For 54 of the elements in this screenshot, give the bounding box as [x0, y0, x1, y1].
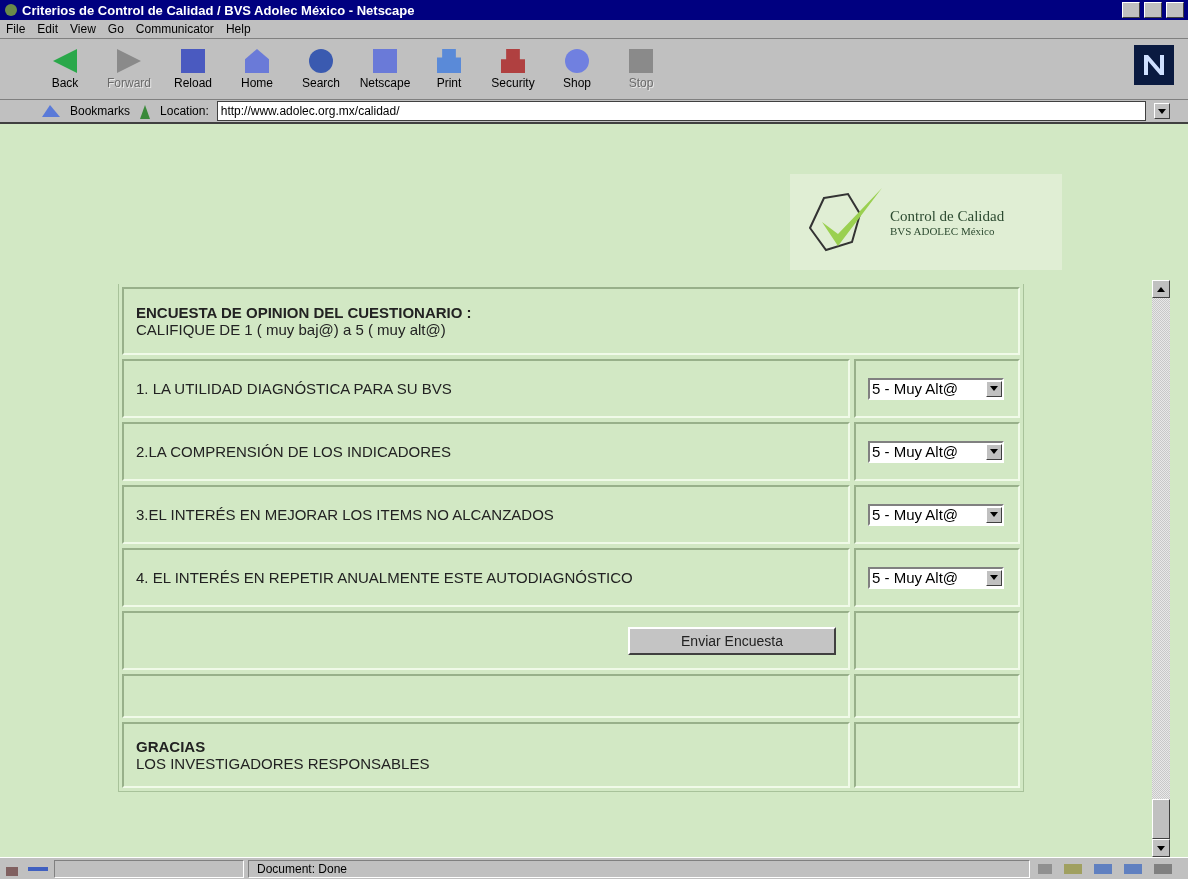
- submit-button[interactable]: Enviar Encuesta: [628, 626, 836, 655]
- rating-select[interactable]: 5 - Muy Alt@: [868, 566, 1004, 589]
- scroll-up-button[interactable]: [1152, 280, 1170, 298]
- back-icon: [53, 48, 77, 73]
- close-button[interactable]: [1166, 2, 1184, 18]
- home-icon: [245, 48, 269, 73]
- down-arrow-icon: [1158, 108, 1166, 114]
- toolbar-button[interactable]: Netscape: [360, 48, 410, 90]
- menu-item[interactable]: Communicator: [135, 22, 214, 36]
- menu-item[interactable]: Go: [107, 22, 124, 36]
- window-title: Criterios de Control de Calidad / BVS Adolec México - Netscape: [22, 2, 416, 18]
- n-logo: [1134, 45, 1174, 85]
- toolbar-button[interactable]: Print: [424, 48, 474, 90]
- scroll-thumb[interactable]: [1152, 799, 1170, 839]
- toolbar-button[interactable]: Back: [40, 48, 90, 90]
- toolbar-button[interactable]: Search: [296, 48, 346, 90]
- question-text: 1. LA UTILIDAD DIAGNÓSTICA PARA SU BVS: [136, 380, 453, 397]
- url-field[interactable]: http://www.adolec.org.mx/calidad/: [216, 101, 1146, 121]
- logo-subtitle: BVS ADOLEC México: [890, 224, 996, 237]
- minimize-button[interactable]: [1122, 2, 1140, 18]
- up-arrow-icon: [1157, 286, 1165, 292]
- toolbar-button[interactable]: Shop: [552, 48, 602, 90]
- toolbar-button[interactable]: Reload: [168, 48, 218, 90]
- down-arrow-icon: [990, 575, 998, 580]
- down-arrow-icon: [990, 512, 998, 517]
- question-text: 3.EL INTERÉS EN MEJORAR LOS ITEMS NO ALCANZADOS: [136, 506, 555, 523]
- location-icon: [138, 103, 153, 119]
- bookmark-icon: [40, 103, 62, 119]
- toolbar-button[interactable]: Home: [232, 48, 282, 90]
- question-text: 2.LA COMPRENSIÓN DE LOS INDICADORES: [136, 443, 453, 460]
- rating-select[interactable]: 5 - Muy Alt@: [868, 377, 1004, 400]
- question-text: 4. EL INTERÉS EN REPETIR ANUALMENTE ESTE AUTODIAGNÓSTICO: [136, 569, 634, 586]
- down-arrow-icon: [990, 386, 998, 391]
- location-label: Location:: [160, 104, 209, 118]
- logo-title: Control de Calidad: [890, 207, 1005, 225]
- bookmarks-button[interactable]: Bookmarks: [70, 104, 131, 118]
- down-arrow-icon: [1157, 845, 1165, 851]
- survey-title: ENCUESTA DE OPINION DEL CUESTIONARIO :: [136, 304, 473, 321]
- restore-button[interactable]: [1144, 2, 1162, 18]
- menu-item[interactable]: View: [70, 22, 96, 36]
- toolbar-button[interactable]: Security: [488, 48, 538, 90]
- menu-item[interactable]: Help: [225, 22, 251, 36]
- rating-select[interactable]: 5 - Muy Alt@: [868, 503, 1004, 526]
- forward-icon: [117, 48, 141, 73]
- menu-item[interactable]: Edit: [37, 22, 59, 36]
- thanks-text: GRACIAS: [136, 738, 207, 755]
- menu-item[interactable]: File: [6, 22, 26, 36]
- down-arrow-icon: [990, 449, 998, 454]
- status-text: Document: Done: [248, 859, 1030, 878]
- rating-select[interactable]: 5 - Muy Alt@: [868, 440, 1004, 463]
- dropdown-button[interactable]: [1154, 103, 1170, 119]
- signature-text: LOS INVESTIGADORES RESPONSABLES: [136, 755, 431, 772]
- scroll-down-button[interactable]: [1152, 839, 1170, 857]
- survey-instruction: CALIFIQUE DE 1 ( muy baj@) a 5 ( muy alt@): [136, 321, 447, 338]
